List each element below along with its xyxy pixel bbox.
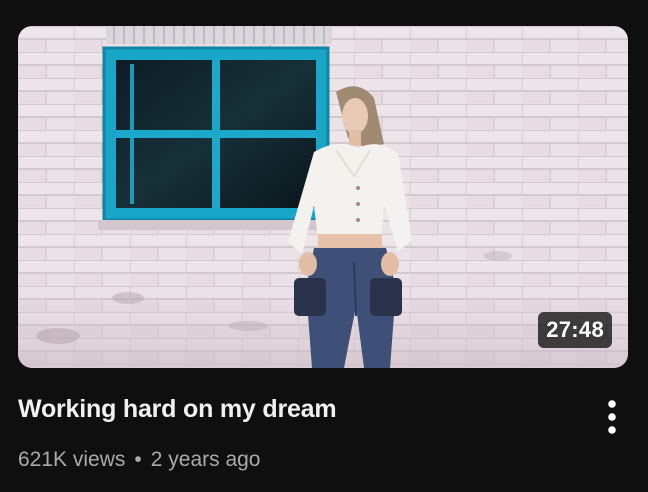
view-count: 621K views: [18, 448, 126, 471]
video-title[interactable]: Working hard on my dream: [18, 395, 337, 424]
upload-age: 2 years ago: [150, 448, 261, 471]
thumbnail-image: [18, 26, 628, 368]
duration-badge: 27:48: [538, 312, 612, 348]
video-thumbnail[interactable]: 27:48: [18, 26, 628, 368]
meta-separator: •: [134, 448, 142, 471]
video-metadata: 621K views • 2 years ago: [18, 448, 261, 472]
video-card: 27:48 Working hard on my dream 621K view…: [0, 0, 648, 492]
more-options-button[interactable]: [596, 396, 628, 438]
more-vert-icon: [608, 400, 616, 434]
